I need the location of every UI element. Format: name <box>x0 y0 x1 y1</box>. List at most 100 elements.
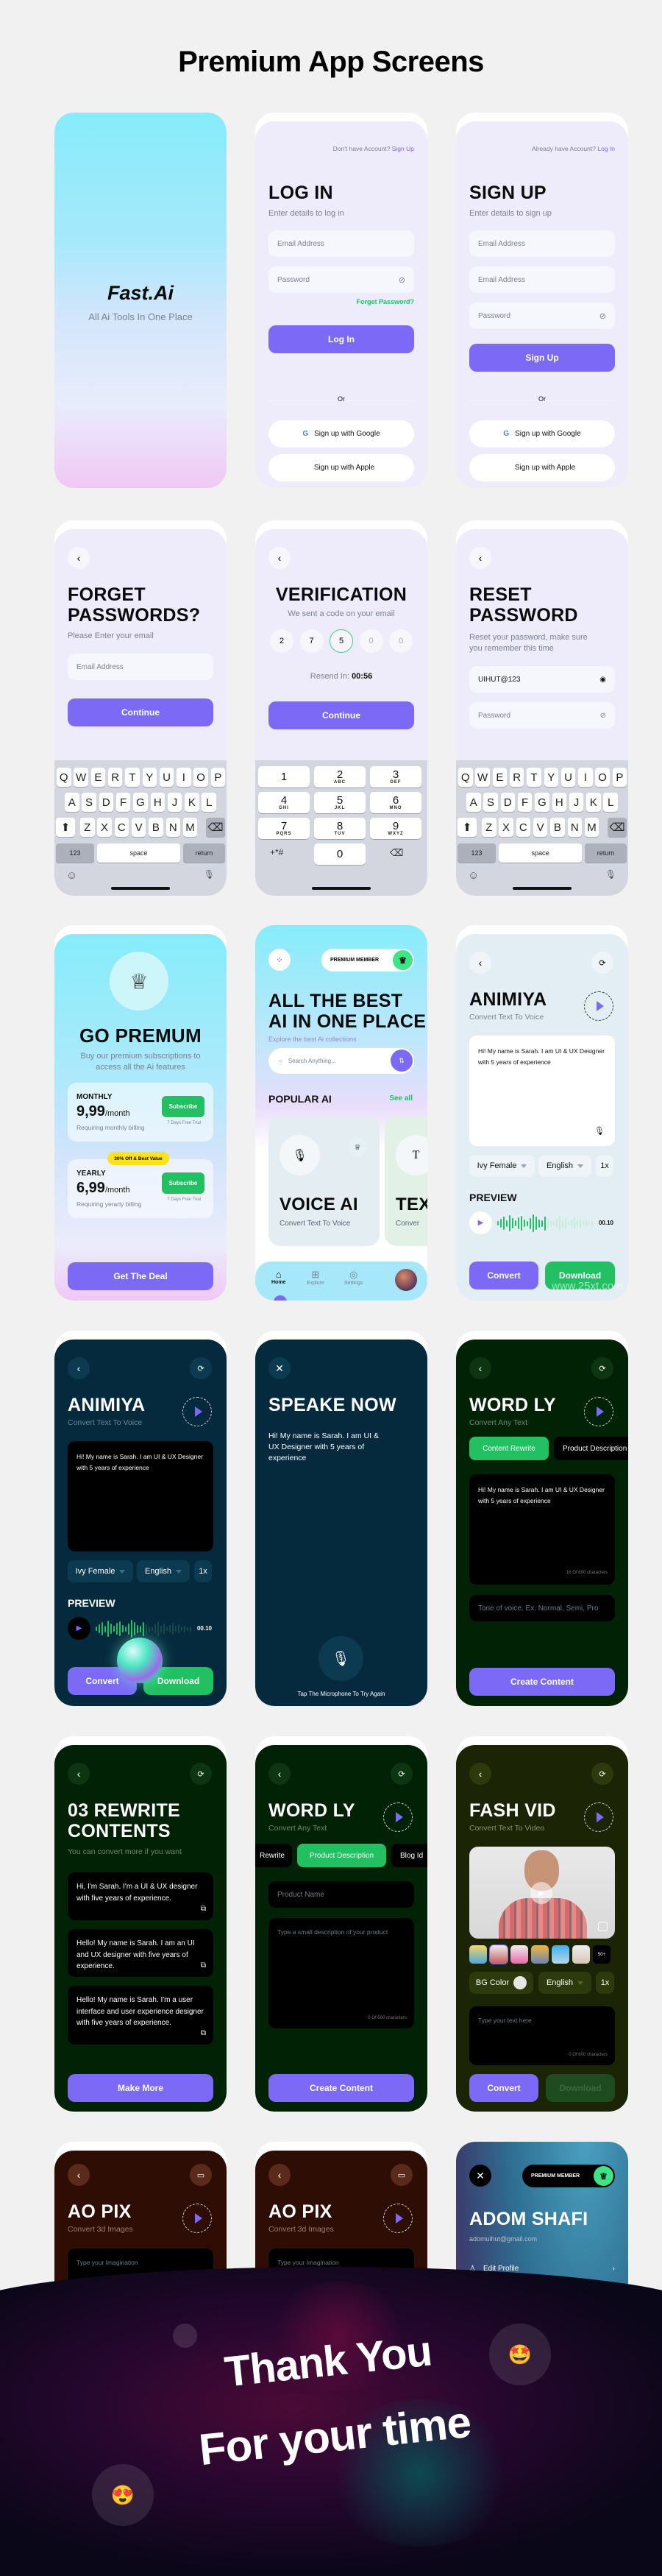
key-f[interactable]: F <box>517 793 533 812</box>
rewrite-result[interactable]: Hello! My name is Sarah. I'm a user inte… <box>68 1986 213 2045</box>
email-confirm-field[interactable]: Email Address <box>469 266 615 293</box>
continue-button[interactable]: Continue <box>268 701 414 729</box>
video-preview[interactable]: ▶ <box>469 1847 615 1939</box>
yearly-plan-card[interactable]: YEARLY 6,99/month Requiring yerarly bill… <box>68 1159 213 1218</box>
numbers-key[interactable]: 123 <box>56 843 94 863</box>
key-w[interactable]: W <box>74 768 88 787</box>
key-v[interactable]: V <box>533 818 548 837</box>
otp-digit[interactable]: 2 <box>270 629 293 653</box>
back-button[interactable]: ‹ <box>68 1357 90 1379</box>
product-name-input[interactable]: Product Name <box>268 1881 414 1908</box>
convert-button[interactable]: Convert <box>469 1262 538 1289</box>
nav-home[interactable]: ⌂ Home <box>271 1269 285 1285</box>
key-s[interactable]: S <box>82 793 96 812</box>
key-h[interactable]: H <box>150 793 165 812</box>
subscribe-monthly-button[interactable]: Subscribe <box>162 1096 204 1117</box>
video-watch-button[interactable] <box>182 1397 212 1426</box>
tab-blog-ideas[interactable]: Blog Id <box>391 1844 427 1867</box>
key-d[interactable]: D <box>500 793 516 812</box>
video-watch-button[interactable] <box>584 991 613 1021</box>
tab-content-rewrite[interactable]: Content Rewrite <box>469 1437 549 1460</box>
text-input[interactable]: Hi! My name is Sarah. I am UI & UX Desig… <box>469 1036 615 1146</box>
key-f[interactable]: F <box>115 793 131 812</box>
key-k[interactable]: K <box>586 793 601 812</box>
key-g[interactable]: G <box>133 793 148 812</box>
key-j[interactable]: J <box>167 793 182 812</box>
more-avatars[interactable]: 50+ <box>593 1945 611 1964</box>
see-all-link[interactable]: See all <box>389 1094 413 1103</box>
monthly-plan-card[interactable]: MONTHLY 9,99/month Requiring monthly bil… <box>68 1083 213 1142</box>
tone-input[interactable]: Tone of voice. Ex. Normal, Semi, Pro <box>469 1595 615 1621</box>
video-watch-button[interactable] <box>584 1802 613 1832</box>
search-input[interactable]: ○ Search Anything... ⇅ <box>268 1048 414 1074</box>
text-input[interactable]: Hi! My name is Sarah. I am UI & UX Desig… <box>68 1441 213 1551</box>
key-l[interactable]: L <box>603 793 618 812</box>
apple-signin-button[interactable]: Sign up with Apple <box>469 454 615 481</box>
audio-waveform[interactable] <box>96 1620 191 1638</box>
key-p[interactable]: P <box>612 768 627 787</box>
share-button[interactable]: ⟳ <box>190 1357 212 1379</box>
create-content-button[interactable]: Create Content <box>268 2074 414 2102</box>
key-y[interactable]: Y <box>142 768 157 787</box>
back-button[interactable]: ‹ <box>268 2164 291 2186</box>
key-g[interactable]: G <box>535 793 549 812</box>
voice-ai-card[interactable]: 🎙 ♕ VOICE AI Convert Text To Voice <box>268 1117 380 1246</box>
close-button[interactable]: ✕ <box>469 2165 491 2187</box>
avatar-option[interactable] <box>552 1945 569 1964</box>
create-content-button[interactable]: Create Content <box>469 1668 615 1696</box>
back-button[interactable]: ‹ <box>469 1763 491 1785</box>
description-input[interactable]: Type a small description of your product… <box>268 1918 414 2028</box>
rewrite-result[interactable]: Hello! My name is Sarah. I am an UI and … <box>68 1929 213 1977</box>
avatar[interactable] <box>395 1269 417 1291</box>
space-key[interactable]: space <box>97 843 180 863</box>
key-t[interactable]: T <box>527 768 541 787</box>
key-m[interactable]: M <box>182 818 198 837</box>
eye-icon[interactable]: ◉ <box>599 676 606 684</box>
voice-select[interactable]: Ivy Female <box>469 1155 535 1177</box>
continue-button[interactable]: Continue <box>68 698 213 726</box>
symbols-key[interactable]: +*# <box>270 847 283 857</box>
key-z[interactable]: Z <box>482 818 496 837</box>
email-field[interactable]: Email Address <box>268 230 414 257</box>
avatar-option[interactable] <box>572 1945 590 1964</box>
eye-off-icon[interactable]: ⊘ <box>600 712 606 720</box>
back-button[interactable]: ‹ <box>68 2164 90 2186</box>
key-j[interactable]: J <box>569 793 584 812</box>
numpad-key-6[interactable]: 6 MNO <box>370 792 421 813</box>
video-watch-button[interactable] <box>182 2204 212 2233</box>
copy-icon[interactable]: ⧉ <box>201 2028 206 2039</box>
eye-off-icon[interactable]: ⊘ <box>399 275 405 285</box>
text-ai-card[interactable]: T TEX Conver <box>385 1117 427 1246</box>
login-button[interactable]: Log In <box>268 325 414 353</box>
key-h[interactable]: H <box>552 793 566 812</box>
key-e[interactable]: E <box>492 768 508 787</box>
shift-key[interactable]: ⬆ <box>56 818 75 837</box>
key-z[interactable]: Z <box>80 818 95 837</box>
get-deal-button[interactable]: Get The Deal <box>68 1262 213 1290</box>
microphone-icon[interactable]: 🎙 <box>594 1125 605 1139</box>
language-select[interactable]: English <box>137 1560 190 1582</box>
key-v[interactable]: V <box>131 818 146 837</box>
key-y[interactable]: Y <box>544 768 558 787</box>
close-button[interactable]: ✕ <box>268 1357 291 1379</box>
video-watch-button[interactable] <box>383 1802 413 1832</box>
emoji-icon[interactable]: ☺ <box>468 869 479 882</box>
backspace-key[interactable]: ⌫ <box>206 818 225 837</box>
text-input[interactable]: Hi! My name is Sarah. I am UI & UX Desig… <box>469 1474 615 1585</box>
tab-content-rewrite[interactable]: Rewrite <box>255 1844 292 1867</box>
make-more-button[interactable]: Make More <box>68 2074 213 2102</box>
otp-digit[interactable]: 7 <box>299 629 324 653</box>
password-field[interactable]: Password ⊘ <box>268 266 414 293</box>
back-button[interactable]: ‹ <box>469 547 491 569</box>
avatar-option[interactable] <box>510 1945 528 1964</box>
eye-off-icon[interactable]: ⊘ <box>599 311 606 321</box>
download-button-disabled[interactable]: Download <box>546 2074 615 2102</box>
copy-icon[interactable]: ⧉ <box>201 1960 206 1972</box>
key-o[interactable]: O <box>595 768 610 787</box>
folder-button[interactable]: ▭ <box>190 2164 212 2186</box>
share-button[interactable]: ⟳ <box>190 1763 212 1785</box>
bg-color-select[interactable]: BG Color <box>469 1972 533 1994</box>
premium-member-badge[interactable]: PREMIUM MEMBER ♕ <box>522 2165 615 2187</box>
microphone-button[interactable]: 🎙 <box>318 1636 363 1681</box>
key-n[interactable]: N <box>166 818 180 837</box>
